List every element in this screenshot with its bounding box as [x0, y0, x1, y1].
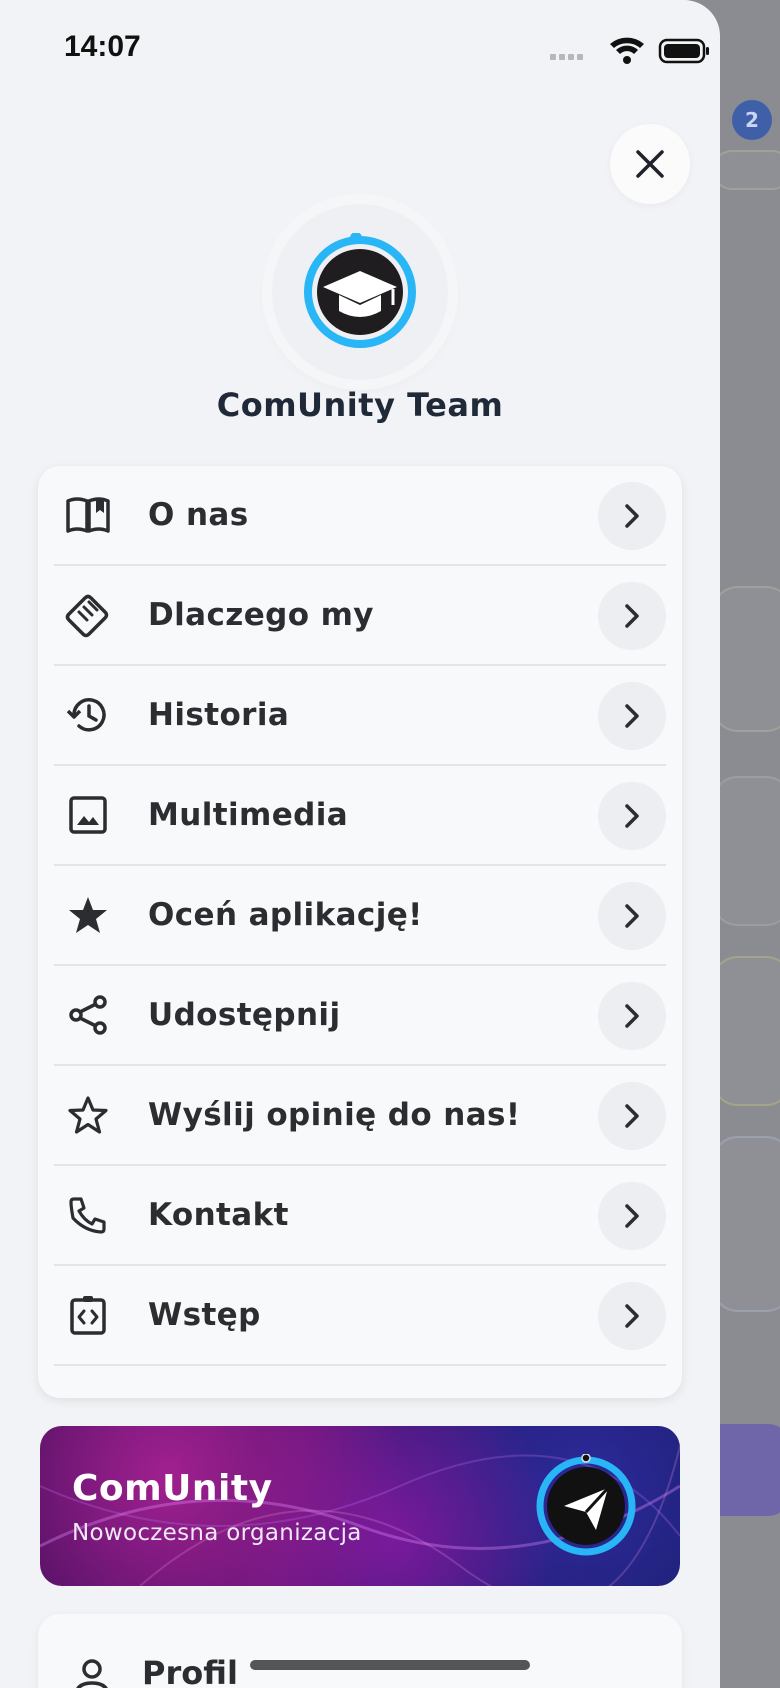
- code-clipboard-icon: [64, 1291, 112, 1339]
- menu-item-label: Udostępnij: [148, 997, 341, 1033]
- menu-item-label: Historia: [148, 697, 290, 733]
- menu-list: O nas Dlaczego my Historia Multimedia Oc…: [38, 466, 682, 1398]
- chevron-right-icon[interactable]: [598, 882, 666, 950]
- menu-item-dlaczego-my[interactable]: Dlaczego my: [54, 566, 666, 666]
- background-card: [712, 1136, 780, 1312]
- background-card: [712, 586, 780, 732]
- cellular-signal-icon: [550, 54, 583, 60]
- share-icon: [64, 991, 112, 1039]
- background-card: [712, 776, 780, 926]
- chevron-right-icon[interactable]: [598, 1182, 666, 1250]
- menu-item-multimedia[interactable]: Multimedia: [54, 766, 666, 866]
- menu-item-wstep[interactable]: Wstęp: [54, 1266, 666, 1366]
- menu-item-udostepnij[interactable]: Udostępnij: [54, 966, 666, 1066]
- handshake-icon: [64, 591, 112, 639]
- paper-plane-icon: [536, 1454, 636, 1556]
- close-icon: [636, 150, 664, 178]
- status-time: 14:07: [64, 30, 141, 63]
- graduation-cap-icon: [304, 233, 416, 348]
- menu-item-label: O nas: [148, 497, 249, 533]
- background-card: [712, 150, 780, 190]
- chevron-right-icon[interactable]: [598, 482, 666, 550]
- wifi-icon: [610, 37, 644, 64]
- banner-title: ComUnity: [72, 1468, 273, 1509]
- image-icon: [64, 791, 112, 839]
- profile-label: Profil: [142, 1654, 238, 1688]
- menu-item-label: Wstęp: [148, 1297, 261, 1333]
- menu-item-label: Kontakt: [148, 1197, 289, 1233]
- menu-item-label: Oceń aplikację!: [148, 897, 423, 933]
- background-card: [712, 956, 780, 1106]
- menu-item-kontakt[interactable]: Kontakt: [54, 1166, 666, 1266]
- battery-icon: [658, 38, 709, 64]
- team-name: ComUnity Team: [216, 386, 504, 424]
- menu-item-ocen-aplikacje[interactable]: Oceń aplikację!: [54, 866, 666, 966]
- banner-subtitle: Nowoczesna organizacja: [72, 1520, 362, 1546]
- navigation-drawer: 14:07 ComUnity Team O nas Dlaczego my Hi…: [0, 0, 720, 1688]
- team-logo: [272, 204, 448, 380]
- chevron-right-icon[interactable]: [598, 582, 666, 650]
- star-filled-icon: [64, 891, 112, 939]
- chevron-right-icon[interactable]: [598, 782, 666, 850]
- close-button[interactable]: [610, 124, 690, 204]
- profile-item[interactable]: Profil: [38, 1614, 682, 1688]
- menu-item-label: Multimedia: [148, 797, 349, 833]
- comunity-banner[interactable]: ComUnity Nowoczesna organizacja: [40, 1426, 680, 1586]
- book-open-icon: [64, 491, 112, 539]
- chevron-right-icon[interactable]: [598, 1082, 666, 1150]
- status-icons: [550, 36, 720, 66]
- home-indicator[interactable]: [250, 1660, 530, 1670]
- menu-item-wyslij-opinie[interactable]: Wyślij opinię do nas!: [54, 1066, 666, 1166]
- menu-item-historia[interactable]: Historia: [54, 666, 666, 766]
- phone-icon: [64, 1191, 112, 1239]
- menu-item-o-nas[interactable]: O nas: [54, 466, 666, 566]
- person-icon: [76, 1659, 108, 1688]
- menu-item-label: Dlaczego my: [148, 597, 374, 633]
- star-outline-icon: [64, 1091, 112, 1139]
- chevron-right-icon[interactable]: [598, 682, 666, 750]
- chevron-right-icon[interactable]: [598, 1282, 666, 1350]
- chevron-right-icon[interactable]: [598, 982, 666, 1050]
- notification-badge: 2: [732, 100, 772, 140]
- menu-item-label: Wyślij opinię do nas!: [148, 1097, 521, 1133]
- history-icon: [64, 691, 112, 739]
